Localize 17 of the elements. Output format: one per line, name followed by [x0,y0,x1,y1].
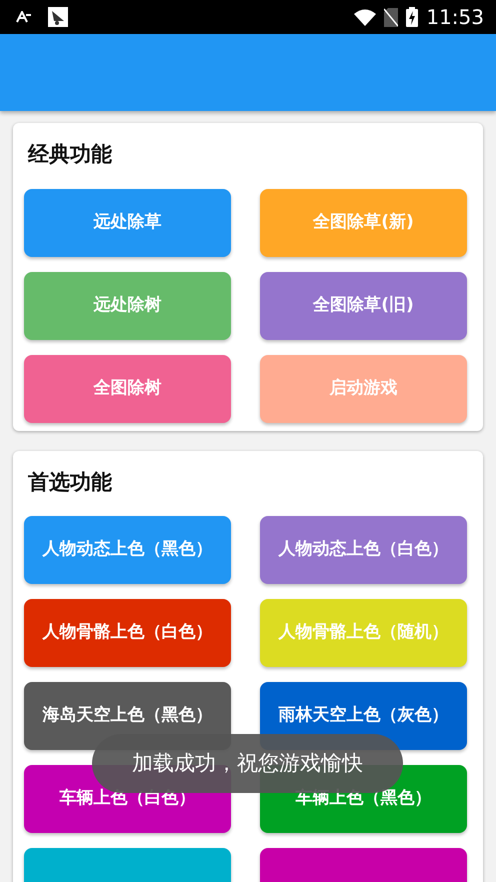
function-button[interactable]: 全图除草(旧) [260,272,467,340]
function-button[interactable]: 人物骨骼上色（白色） [24,599,231,667]
function-button[interactable]: 人物动态上色（白色） [260,516,467,584]
function-button[interactable]: 远处除树 [24,272,231,340]
function-button[interactable]: 全图除树 [24,354,231,422]
section-title: 经典功能 [28,141,112,168]
function-button[interactable]: 启动游戏 [260,354,467,422]
function-button[interactable]: 人物动态上色（黑色） [24,516,231,584]
wifi-icon [354,8,376,26]
function-button[interactable]: 远处除草 [24,188,231,256]
font-icon [16,11,32,23]
battery-icon [406,7,418,27]
section-title: 首选功能 [28,468,112,496]
clock-time: 11:53 [426,4,484,31]
app-notification-icon [48,7,68,27]
no-sim-icon [384,8,398,26]
function-button[interactable]: 全图除草(新) [260,188,467,256]
